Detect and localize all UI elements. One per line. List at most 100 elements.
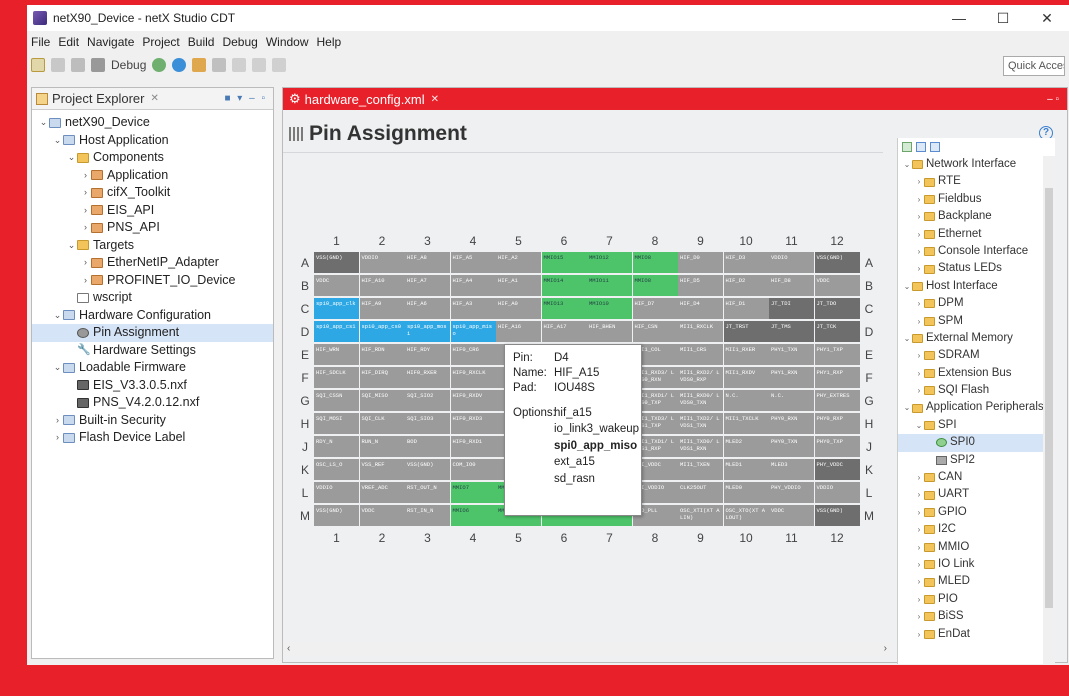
close-tab-icon[interactable]: ✕ bbox=[431, 94, 439, 105]
debug-icon[interactable] bbox=[172, 58, 187, 72]
pin-cell[interactable]: MMIO13 bbox=[541, 298, 587, 319]
pin-cell[interactable]: N.C. bbox=[723, 390, 769, 411]
pin-cell[interactable]: MMIO10 bbox=[587, 298, 632, 319]
pin-cell[interactable]: JT_TDO bbox=[814, 298, 860, 319]
peripheral-tree-item[interactable]: › DPM bbox=[898, 295, 1055, 312]
pin-cell[interactable]: MMIO6 bbox=[450, 505, 496, 526]
save-icon[interactable] bbox=[51, 58, 65, 72]
peripheral-tree-item[interactable]: › Status LEDs bbox=[898, 260, 1055, 277]
pin-cell[interactable]: HIF_A9 bbox=[359, 298, 405, 319]
pin-cell[interactable]: MMIO8 bbox=[632, 252, 678, 273]
pin-cell[interactable]: HIF_A3 bbox=[450, 298, 496, 319]
menu-debug[interactable]: Debug bbox=[218, 33, 261, 51]
build-icon[interactable] bbox=[192, 58, 207, 72]
pin-cell[interactable]: RUN_N bbox=[359, 436, 405, 457]
peripheral-tree-item[interactable]: › CAN bbox=[898, 469, 1055, 486]
pin-cell[interactable]: PHY0_RXP bbox=[814, 413, 860, 434]
pin-cell[interactable]: HIF_A4 bbox=[450, 275, 496, 296]
pin-cell[interactable]: MMIO8 bbox=[632, 275, 678, 296]
pin-cell[interactable]: SQI_MOSI bbox=[314, 413, 359, 434]
pin-cell[interactable]: spi0_app_mosi bbox=[405, 321, 450, 342]
pin-cell[interactable]: HIF_A16 bbox=[496, 321, 541, 342]
pin-cell[interactable]: VSS(GND) bbox=[405, 459, 450, 480]
chevron-down-icon[interactable]: ⌄ bbox=[38, 114, 49, 132]
project-tree-item[interactable]: › EtherNetIP_Adapter bbox=[32, 254, 273, 272]
pin-cell[interactable]: MMIO11 bbox=[587, 275, 632, 296]
pin-cell[interactable]: PHY1_RXN bbox=[769, 367, 814, 388]
pin-cell[interactable]: HIF_A1 bbox=[496, 275, 541, 296]
pin-cell[interactable]: HIF_D1 bbox=[723, 298, 769, 319]
chevron-right-icon[interactable]: › bbox=[52, 412, 63, 430]
project-tree-item[interactable]: › Application bbox=[32, 167, 273, 185]
chevron-right-icon[interactable]: › bbox=[80, 272, 91, 290]
chevron-right-icon[interactable]: › bbox=[914, 626, 924, 643]
peripheral-tree-item[interactable]: ⌄ Application Peripherals bbox=[898, 399, 1055, 416]
chevron-right-icon[interactable]: › bbox=[914, 347, 924, 364]
chevron-right-icon[interactable]: › bbox=[914, 382, 924, 399]
pin-cell[interactable]: MII1_TXD0/ LVDS1_RXN bbox=[678, 436, 723, 457]
tooltip-option[interactable]: io_link3_wakeup bbox=[505, 421, 641, 438]
pin-cell[interactable]: HIF_A5 bbox=[450, 252, 496, 273]
pin-cell[interactable]: JT_TMS bbox=[769, 321, 814, 342]
minimize-maximize-icon[interactable]: ‒ ▫ bbox=[1047, 94, 1059, 105]
chevron-right-icon[interactable]: › bbox=[914, 608, 924, 625]
pin-cell[interactable]: MII1_RXD2/ LVDS0_RXP bbox=[678, 367, 723, 388]
peripheral-tree-item[interactable]: › Ethernet bbox=[898, 226, 1055, 243]
pin-cell[interactable]: MLED2 bbox=[723, 436, 769, 457]
chevron-right-icon[interactable]: › bbox=[914, 469, 924, 486]
pin-cell[interactable]: RST_OUT_N bbox=[405, 482, 450, 503]
project-tree-item[interactable]: ⌄ Components bbox=[32, 149, 273, 167]
chevron-right-icon[interactable]: › bbox=[914, 313, 924, 330]
menu-help[interactable]: Help bbox=[313, 33, 346, 51]
tooltip-option[interactable]: spi0_app_miso bbox=[505, 438, 641, 455]
pin-cell[interactable]: PHY0_TXN bbox=[769, 436, 814, 457]
menu-window[interactable]: Window bbox=[262, 33, 313, 51]
pin-cell[interactable]: PHY1_RXP bbox=[814, 367, 860, 388]
chevron-right-icon[interactable]: › bbox=[914, 486, 924, 503]
pin-cell[interactable]: VSS(GND) bbox=[814, 505, 860, 526]
pin-cell[interactable]: HIF0_RXER bbox=[405, 367, 450, 388]
chevron-down-icon[interactable]: ⌄ bbox=[66, 149, 77, 167]
pin-cell[interactable]: VDDC bbox=[814, 275, 860, 296]
pin-cell[interactable]: VDDC bbox=[359, 505, 405, 526]
pin-cell[interactable]: VDDC bbox=[769, 505, 814, 526]
pin-cell[interactable]: HIF0_CR6 bbox=[450, 344, 496, 365]
pin-cell[interactable]: VDDIO bbox=[314, 482, 359, 503]
pin-cell[interactable]: PHY1_TXN bbox=[769, 344, 814, 365]
pin-cell[interactable]: HIF0_RXD3 bbox=[450, 413, 496, 434]
pin-cell[interactable]: MII1_TXCLK bbox=[723, 413, 769, 434]
pin-cell[interactable]: OSC_XTO(XT ALOUT) bbox=[723, 505, 769, 526]
pin-cell[interactable]: PHY1_TXP bbox=[814, 344, 860, 365]
tooltip-option[interactable]: hif_a15 bbox=[554, 406, 592, 421]
menu-file[interactable]: File bbox=[27, 33, 54, 51]
minimize-button[interactable]: — bbox=[937, 5, 981, 31]
pin-cell[interactable]: CLK25OUT bbox=[678, 482, 723, 503]
pin-cell[interactable]: VDDIO bbox=[814, 482, 860, 503]
chevron-right-icon[interactable]: › bbox=[52, 429, 63, 447]
project-tree-item[interactable]: › Built-in Security bbox=[32, 412, 273, 430]
project-tree-item[interactable]: › cifX_Toolkit bbox=[32, 184, 273, 202]
pin-cell[interactable]: HIF_A2 bbox=[496, 252, 541, 273]
pin-cell[interactable]: HIF_SDCLK bbox=[314, 367, 359, 388]
pin-cell[interactable]: HIF_D7 bbox=[632, 298, 678, 319]
pin-cell[interactable]: HIF_A0 bbox=[496, 298, 541, 319]
peripheral-tree-item[interactable]: › MLED bbox=[898, 573, 1055, 590]
pin-cell[interactable]: HIF_A7 bbox=[405, 275, 450, 296]
tab-hardware-config[interactable]: ⚙ hardware_config.xml ✕ ‒ ▫ bbox=[283, 88, 1067, 110]
chevron-right-icon[interactable]: › bbox=[914, 365, 924, 382]
chevron-down-icon[interactable]: ⌄ bbox=[902, 156, 912, 173]
chevron-right-icon[interactable]: › bbox=[80, 167, 91, 185]
peripheral-tree-item[interactable]: › SQI Flash bbox=[898, 382, 1055, 399]
pin-cell[interactable]: HIF_A6 bbox=[405, 298, 450, 319]
pin-cell[interactable]: VDDIO bbox=[769, 252, 814, 273]
collapse-all-icon[interactable] bbox=[916, 142, 926, 152]
pin-cell[interactable]: HIF0_RXCLK bbox=[450, 367, 496, 388]
project-tree-item[interactable]: Pin Assignment bbox=[32, 324, 273, 342]
save-all-icon[interactable] bbox=[71, 58, 85, 72]
project-tree-item[interactable]: PNS_V4.2.0.12.nxf bbox=[32, 394, 273, 412]
chevron-down-icon[interactable]: ⌄ bbox=[902, 278, 912, 295]
pin-cell[interactable]: VSS_REF bbox=[359, 459, 405, 480]
project-tree-item[interactable]: ⌄ netX90_Device bbox=[32, 114, 273, 132]
pin-cell[interactable]: HIF_A10 bbox=[359, 275, 405, 296]
peripheral-tree-item[interactable]: ⌄ Network Interface bbox=[898, 156, 1055, 173]
